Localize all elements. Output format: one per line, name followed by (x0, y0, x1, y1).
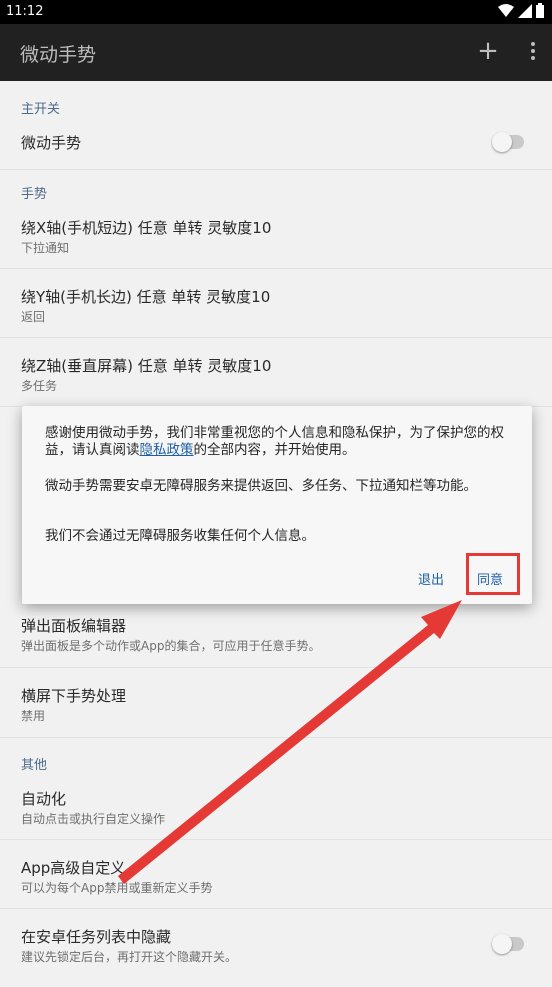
setting-title: 在安卓任务列表中隐藏 (21, 928, 172, 946)
plus-icon[interactable]: + (476, 36, 500, 66)
status-time: 11:12 (6, 4, 44, 19)
landscape-gesture-item[interactable]: 横屏下手势处理 禁用 (0, 673, 552, 735)
app-advanced-custom-item[interactable]: App高级自定义 可以为每个App禁用或重新定义手势 (0, 845, 552, 907)
wifi-icon (498, 3, 514, 17)
divider (0, 337, 552, 338)
dialog-paragraph-2: 微动手势需要安卓无障碍服务来提供返回、多任务、下拉通知栏等功能。 (45, 478, 477, 494)
setting-subtitle: 建议先锁定后台，再打开这个隐藏开关。 (21, 950, 238, 964)
setting-subtitle: 返回 (21, 310, 46, 324)
setting-title: 绕X轴(手机短边) 任意 单转 灵敏度10 (21, 219, 272, 237)
setting-subtitle: 自动点击或执行自定义操作 (21, 812, 166, 826)
category-main-switch: 主开关 (21, 102, 61, 117)
setting-title: 绕Z轴(垂直屏幕) 任意 单转 灵敏度10 (21, 357, 272, 375)
setting-title: 横屏下手势处理 (21, 687, 127, 705)
popup-panel-editor-item[interactable]: 弹出面板编辑器 弹出面板是多个动作或App的集合，可应用于任意手势。 (0, 603, 552, 665)
setting-subtitle: 可以为每个App禁用或重新定义手势 (21, 881, 213, 895)
divider (0, 839, 552, 840)
divider (0, 737, 552, 738)
setting-title: 绕Y轴(手机长边) 任意 单转 灵敏度10 (21, 288, 271, 306)
gesture-item-y[interactable]: 绕Y轴(手机长边) 任意 单转 灵敏度10 返回 (0, 274, 552, 336)
automation-item[interactable]: 自动化 自动点击或执行自定义操作 (0, 776, 552, 838)
dialog-paragraph-1: 感谢使用微动手势，我们非常重视您的个人信息和隐私保护，为了保护您的权益，请认真阅… (45, 425, 513, 459)
toggle-knob (492, 132, 512, 152)
main-switch-toggle[interactable] (492, 132, 524, 152)
status-icons (498, 3, 544, 18)
setting-title: 弹出面板编辑器 (21, 617, 127, 635)
setting-subtitle: 下拉通知 (21, 241, 70, 255)
dialog-paragraph-3: 我们不会通过无障碍服务收集任何个人信息。 (45, 528, 315, 544)
toggle-knob (492, 934, 512, 954)
category-gestures: 手势 (21, 187, 48, 202)
agree-highlight-box (466, 553, 520, 595)
hide-in-recents-toggle[interactable] (492, 934, 524, 954)
setting-title: App高级自定义 (21, 859, 126, 877)
setting-subtitle: 禁用 (21, 709, 46, 723)
more-vert-icon[interactable] (528, 42, 538, 60)
divider (0, 268, 552, 269)
app-title: 微动手势 (20, 44, 97, 66)
privacy-dialog: 感谢使用微动手势，我们非常重视您的个人信息和隐私保护，为了保护您的权益，请认真阅… (22, 406, 532, 604)
gesture-item-z[interactable]: 绕Z轴(垂直屏幕) 任意 单转 灵敏度10 多任务 (0, 343, 552, 405)
signal-icon (518, 3, 532, 18)
divider (0, 169, 552, 170)
setting-title: 微动手势 (21, 134, 82, 152)
category-others: 其他 (21, 758, 48, 773)
dialog-text: 的全部内容，并开始使用。 (193, 442, 356, 458)
setting-main-switch[interactable]: 微动手势 (0, 119, 552, 169)
setting-subtitle: 多任务 (21, 379, 58, 393)
exit-button[interactable]: 退出 (418, 569, 444, 588)
gesture-item-x[interactable]: 绕X轴(手机短边) 任意 单转 灵敏度10 下拉通知 (0, 205, 552, 267)
hide-in-recents-item[interactable]: 在安卓任务列表中隐藏 建议先锁定后台，再打开这个隐藏开关。 (0, 914, 552, 976)
app-bar: 微动手势 + (0, 24, 552, 81)
setting-subtitle: 弹出面板是多个动作或App的集合，可应用于任意手势。 (21, 639, 321, 653)
divider (0, 667, 552, 668)
status-bar: 11:12 (0, 0, 552, 24)
battery-icon (536, 3, 544, 18)
setting-title: 自动化 (21, 790, 67, 808)
divider (0, 908, 552, 909)
privacy-policy-link[interactable]: 隐私政策 (140, 442, 194, 458)
